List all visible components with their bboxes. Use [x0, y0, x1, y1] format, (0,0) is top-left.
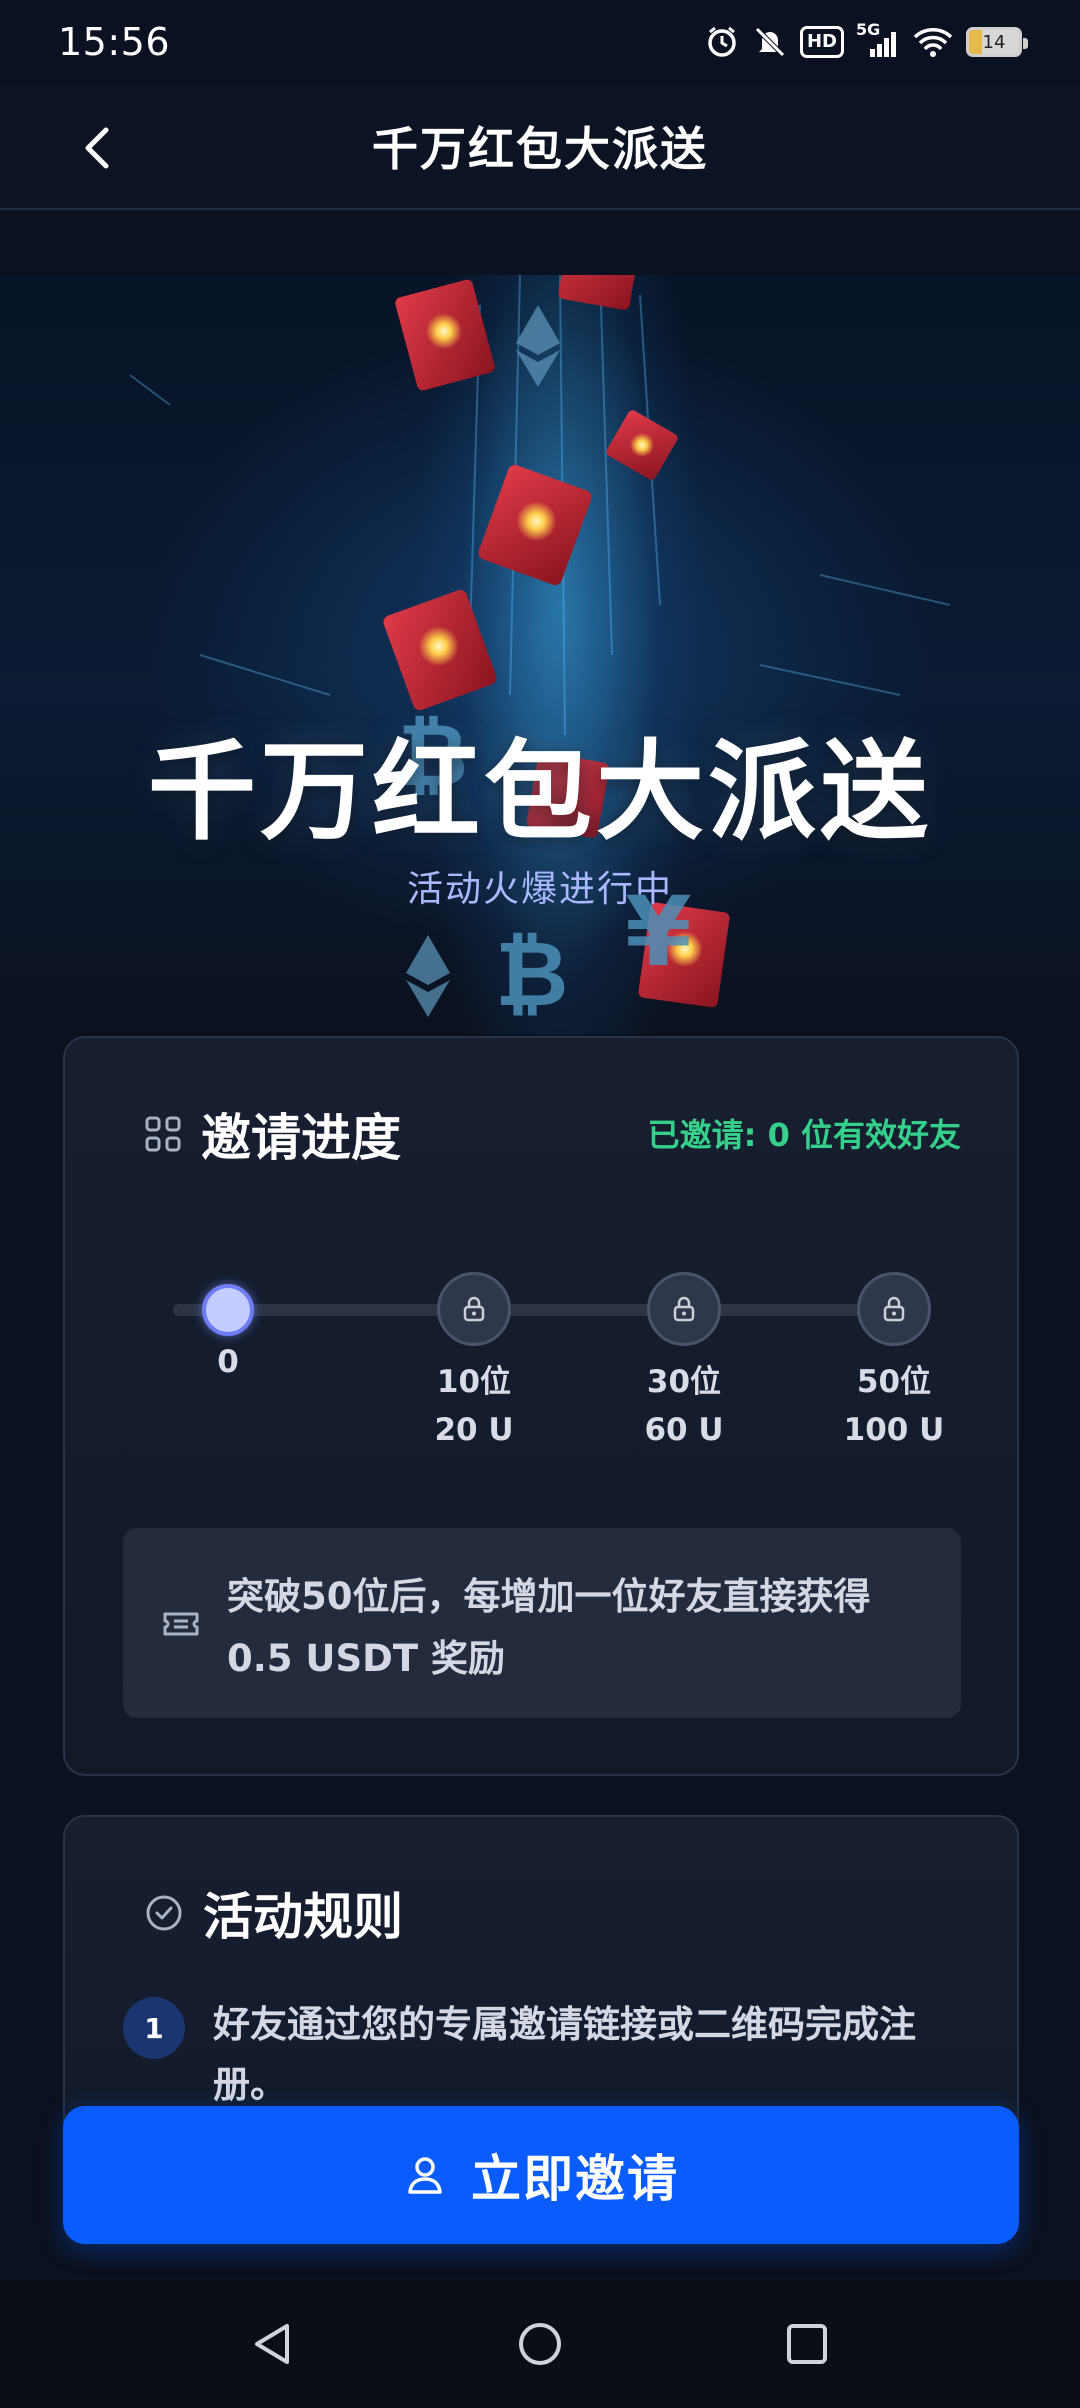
milestone-reward: 100 U [843, 1412, 945, 1448]
lock-icon [883, 1296, 905, 1322]
hero-illustration: ₿ ₿ ¥ [129, 275, 951, 1027]
hero-subtitle: 活动火爆进行中 [406, 869, 673, 910]
hero-title: 千万红包大派送 [147, 730, 932, 855]
milestone-node-current [202, 1284, 254, 1336]
system-nav-bar [0, 2280, 1080, 2408]
square-recents-icon [786, 2324, 827, 2364]
alarm-icon [704, 24, 740, 60]
nav-home-button[interactable] [500, 2304, 580, 2384]
battery-level: 14 [982, 31, 1006, 53]
milestone-label: 0 [148, 1338, 308, 1386]
invite-now-button[interactable]: 立即邀请 [63, 2106, 1019, 2244]
nav-recents-button[interactable] [767, 2304, 847, 2384]
rule-number: 1 [123, 1997, 185, 2059]
milestone-count: 30位 [646, 1364, 722, 1400]
check-circle-icon [146, 1895, 182, 1931]
invite-button-label: 立即邀请 [471, 2151, 679, 2207]
milestone-count: 10位 [436, 1364, 512, 1400]
status-icons: HD 5G 14 [704, 20, 1028, 60]
milestone-label: 10位 20 U [394, 1358, 554, 1454]
triangle-back-icon [255, 2324, 290, 2364]
chevron-left-icon [85, 127, 109, 169]
milestone-node-30 [647, 1272, 721, 1346]
progress-card-title: 邀请进度 [201, 1109, 401, 1167]
ticket-icon [163, 1612, 199, 1636]
milestone-node-10 [437, 1272, 511, 1346]
milestone-label: 50位 100 U [814, 1358, 974, 1454]
milestone-label: 30位 60 U [604, 1358, 764, 1454]
milestone-count: 0 [217, 1344, 239, 1380]
milestone-count: 50位 [856, 1364, 932, 1400]
milestone-reward: 20 U [434, 1412, 514, 1448]
mute-bell-icon [752, 24, 788, 60]
circle-home-icon [518, 2323, 561, 2365]
progress-track [173, 1304, 913, 1316]
page-title: 千万红包大派送 [372, 122, 708, 176]
app-header: 千万红包大派送 [0, 84, 1080, 210]
hd-badge: HD [799, 26, 844, 58]
user-icon [408, 2157, 442, 2194]
invite-progress-card: 邀请进度 已邀请: 0 位有效好友 0 10位 20 U 30位 60 U 50… [63, 1036, 1019, 1776]
rule-item: 1 好友通过您的专属邀请链接或二维码完成注册。 [123, 1997, 983, 2115]
rules-card-header: 活动规则 [145, 1877, 403, 1949]
battery-icon: 14 [966, 27, 1028, 57]
back-button[interactable] [70, 120, 126, 176]
milestone-reward: 60 U [644, 1412, 724, 1448]
progress-card-header: 邀请进度 [145, 1098, 401, 1170]
wifi-icon [912, 24, 954, 60]
invited-count-text: 已邀请: 0 位有效好友 [647, 1116, 961, 1154]
signal-label: 5G [856, 20, 881, 39]
signal-icon: 5G [856, 20, 900, 60]
bitcoin-icon: ₿ [495, 922, 568, 1027]
lock-icon [673, 1296, 695, 1322]
rule-text: 好友通过您的专属邀请链接或二维码完成注册。 [213, 2003, 916, 2106]
bonus-text: 突破50位后，每增加一位好友直接获得 0.5 USDT 奖励 [227, 1575, 871, 1680]
grid-icon [145, 1116, 181, 1152]
status-time: 15:56 [58, 20, 171, 64]
milestone-node-50 [857, 1272, 931, 1346]
lock-icon [463, 1296, 485, 1322]
status-bar: 15:56 HD 5G 14 [0, 0, 1080, 84]
nav-back-button[interactable] [233, 2304, 313, 2384]
hero-banner: ₿ ₿ ¥ 千万红包大派送 活动火爆进行中 [0, 275, 1080, 1035]
bonus-info-box: 突破50位后，每增加一位好友直接获得 0.5 USDT 奖励 [123, 1528, 961, 1718]
rules-card-title: 活动规则 [203, 1888, 403, 1946]
